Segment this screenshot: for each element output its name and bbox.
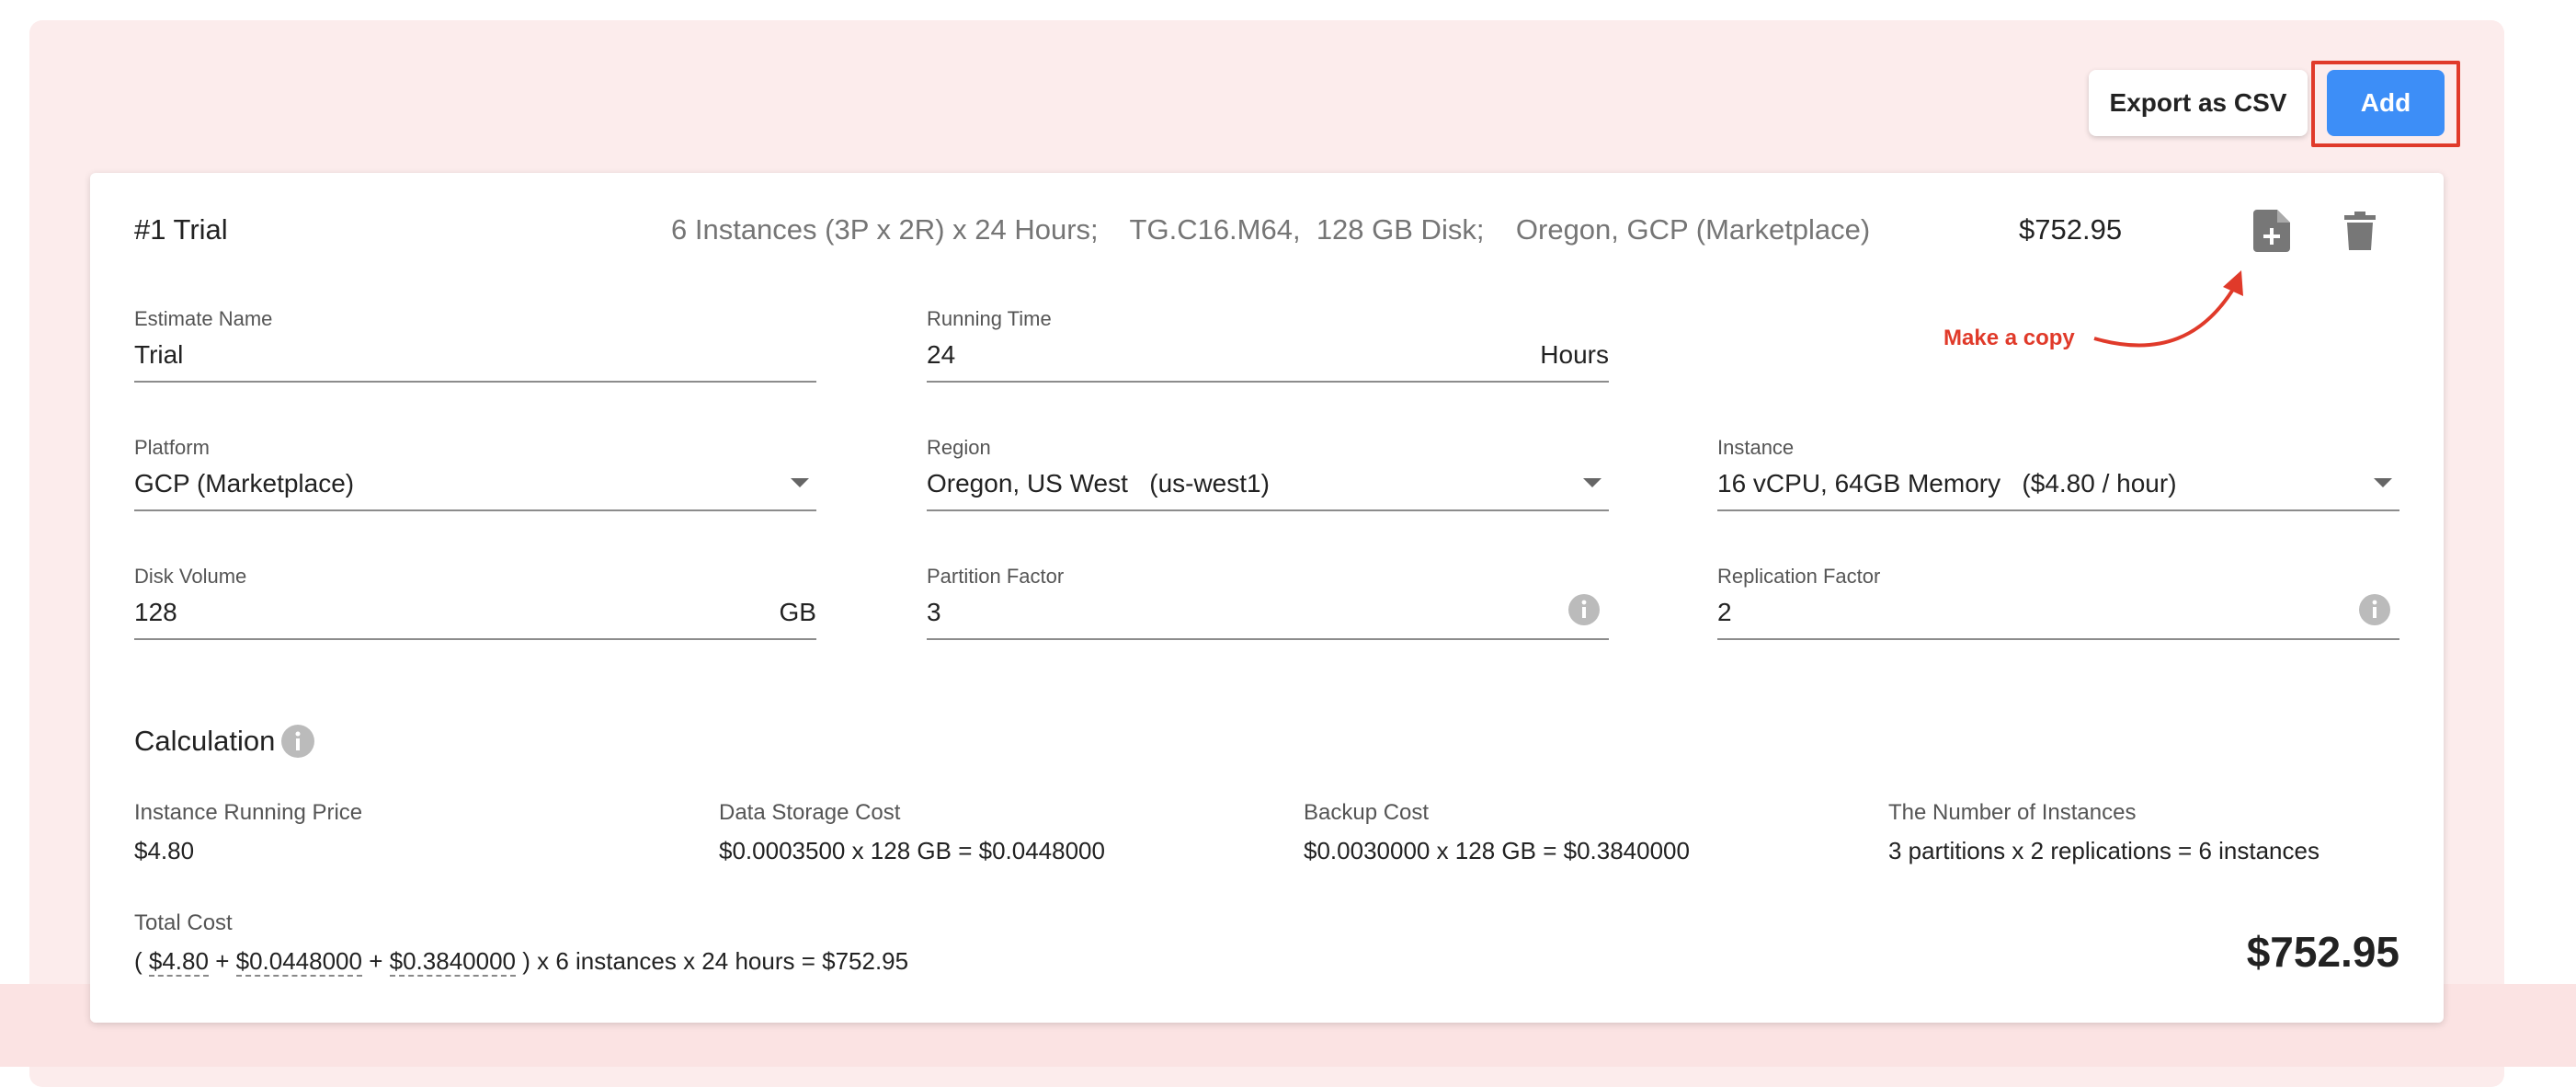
- instance-label: Instance: [1717, 436, 1795, 459]
- instance-select[interactable]: Instance 16 vCPU, 64GB Memory ($4.80 / h…: [1717, 436, 2399, 517]
- region-value[interactable]: Oregon, US West (us-west1): [927, 469, 1515, 498]
- info-icon[interactable]: [281, 725, 314, 758]
- instance-price-label: Instance Running Price: [134, 800, 363, 825]
- num-instances-value: 3 partitions x 2 replications = 6 instan…: [1888, 837, 2320, 864]
- formula-plus: +: [361, 947, 390, 975]
- field-underline: [927, 381, 1609, 383]
- partition-factor-label: Partition Factor: [927, 565, 1065, 588]
- field-underline: [927, 638, 1609, 640]
- export-csv-button[interactable]: Export as CSV: [2089, 70, 2308, 136]
- region-label: Region: [927, 436, 991, 459]
- instance-value[interactable]: 16 vCPU, 64GB Memory ($4.80 / hour): [1717, 469, 2306, 498]
- replication-factor-input[interactable]: 2: [1717, 598, 2306, 627]
- total-cost-label: Total Cost: [134, 910, 233, 935]
- estimate-card: #1 Trial 6 Instances (3P x 2R) x 24 Hour…: [90, 173, 2444, 1023]
- formula-open: (: [134, 947, 149, 975]
- disk-volume-unit: GB: [779, 598, 816, 626]
- copy-annotation-text: Make a copy: [1943, 326, 2075, 350]
- backup-cost-value: $0.0030000 x 128 GB = $0.3840000: [1304, 837, 1690, 864]
- formula-plus: +: [208, 947, 236, 975]
- formula-rest: ) x 6 instances x 24 hours = $752.95: [516, 947, 909, 975]
- chevron-down-icon[interactable]: [1583, 478, 1601, 487]
- partition-factor-input[interactable]: 3: [927, 598, 1515, 627]
- copy-annotation-arrow: [2093, 270, 2243, 348]
- partition-factor-field[interactable]: Partition Factor 3: [927, 565, 1609, 646]
- estimate-name-label: Estimate Name: [134, 307, 273, 330]
- add-button[interactable]: Add: [2327, 70, 2445, 136]
- info-icon[interactable]: [1568, 594, 1600, 625]
- disk-volume-field[interactable]: Disk Volume 128 GB: [134, 565, 816, 646]
- estimate-price: $752.95: [2019, 213, 2123, 246]
- storage-cost-value: $0.0003500 x 128 GB = $0.0448000: [719, 837, 1105, 864]
- trash-icon[interactable]: [2344, 212, 2376, 250]
- estimate-title[interactable]: #1 Trial: [134, 213, 228, 246]
- replication-factor-label: Replication Factor: [1717, 565, 1881, 588]
- running-time-label: Running Time: [927, 307, 1052, 330]
- field-underline: [134, 381, 816, 383]
- platform-select[interactable]: Platform GCP (Marketplace): [134, 436, 816, 517]
- field-underline: [134, 509, 816, 511]
- file-plus-icon[interactable]: [2253, 210, 2290, 252]
- instance-price-value: $4.80: [134, 837, 195, 864]
- calculation-title: Calculation: [134, 725, 276, 757]
- info-icon[interactable]: [2359, 594, 2390, 625]
- formula-instance-price[interactable]: $4.80: [148, 947, 209, 977]
- field-underline: [1717, 509, 2399, 511]
- disk-volume-input[interactable]: 128: [134, 598, 723, 627]
- storage-cost-label: Data Storage Cost: [719, 800, 901, 825]
- formula-backup-cost[interactable]: $0.3840000: [389, 947, 516, 977]
- chevron-down-icon[interactable]: [791, 478, 809, 487]
- platform-value[interactable]: GCP (Marketplace): [134, 469, 723, 498]
- formula-storage-cost[interactable]: $0.0448000: [235, 947, 362, 977]
- estimate-name-input[interactable]: Trial: [134, 340, 723, 370]
- disk-volume-label: Disk Volume: [134, 565, 247, 588]
- chevron-down-icon[interactable]: [2374, 478, 2392, 487]
- replication-factor-field[interactable]: Replication Factor 2: [1717, 565, 2399, 646]
- running-time-field[interactable]: Running Time 24 Hours: [927, 307, 1609, 388]
- running-time-unit: Hours: [1540, 340, 1609, 369]
- running-time-input[interactable]: 24: [927, 340, 1515, 370]
- field-underline: [927, 509, 1609, 511]
- platform-label: Platform: [134, 436, 210, 459]
- estimate-summary: 6 Instances (3P x 2R) x 24 Hours; TG.C16…: [671, 213, 1871, 246]
- total-cost-formula: ( $4.80 + $0.0448000 + $0.3840000 ) x 6 …: [134, 947, 909, 977]
- estimate-name-field[interactable]: Estimate Name Trial: [134, 307, 816, 388]
- field-underline: [1717, 638, 2399, 640]
- region-select[interactable]: Region Oregon, US West (us-west1): [927, 436, 1609, 517]
- backup-cost-label: Backup Cost: [1304, 800, 1430, 825]
- num-instances-label: The Number of Instances: [1888, 800, 2137, 825]
- field-underline: [134, 638, 816, 640]
- total-cost-value: $752.95: [2246, 928, 2399, 976]
